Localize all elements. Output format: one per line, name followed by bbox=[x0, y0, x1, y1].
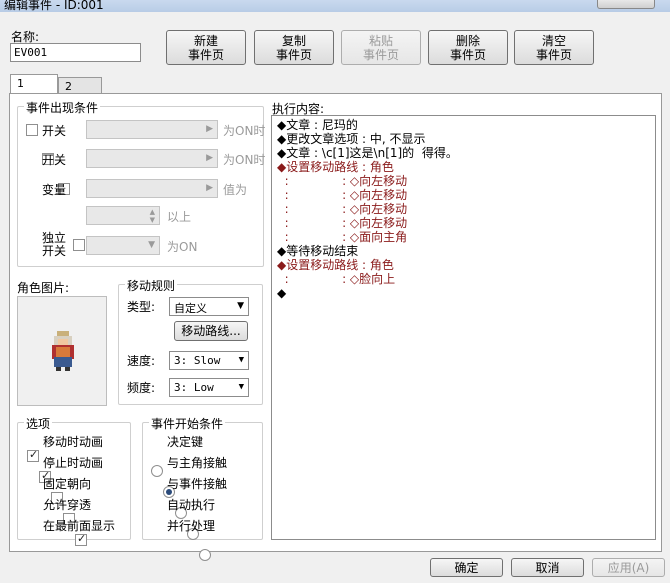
switch2-select[interactable]: ▶ bbox=[86, 149, 218, 168]
close-button[interactable] bbox=[597, 0, 655, 9]
command-line[interactable]: : : ◇面向主角 bbox=[277, 230, 458, 244]
ok-button[interactable]: 确定 bbox=[430, 558, 503, 577]
trigger-label: 决定键 bbox=[167, 435, 204, 449]
command-line[interactable]: ◆更改文章选项 : 中, 不显示 bbox=[277, 132, 458, 146]
chevron-down-icon: ▼ bbox=[238, 382, 244, 392]
trigger-label: 自动执行 bbox=[167, 498, 216, 512]
switch1-select[interactable]: ▶ bbox=[86, 120, 218, 139]
option-label: 停止时动画 bbox=[43, 456, 104, 470]
variable-above-label: 以上 bbox=[167, 210, 192, 224]
frequency-label: 频度: bbox=[127, 381, 156, 395]
character-sprite-icon bbox=[52, 331, 74, 371]
chevron-right-icon: ▶ bbox=[206, 124, 213, 134]
trigger-label: 与事件接触 bbox=[167, 477, 228, 491]
speed-label: 速度: bbox=[127, 354, 156, 368]
switch1-suffix: 为ON时 bbox=[223, 124, 266, 138]
variable-label: 变量 bbox=[42, 183, 67, 197]
trigger-label: 与主角接触 bbox=[167, 456, 228, 470]
option-checkbox[interactable] bbox=[75, 532, 87, 546]
trigger-radio[interactable] bbox=[151, 465, 163, 477]
command-line[interactable]: : : ◇向左移动 bbox=[277, 188, 458, 202]
command-line[interactable]: : : ◇向左移动 bbox=[277, 174, 458, 188]
command-line[interactable]: : : ◇脸向上 bbox=[277, 272, 458, 286]
chevron-down-icon: ▼ bbox=[238, 355, 244, 365]
command-line[interactable]: ◆文章 : \c[1]这是\n[1]的 得得。 bbox=[277, 146, 458, 160]
move-type-select[interactable]: 自定义 ▼ bbox=[169, 297, 249, 316]
window-title: 编辑事件 - ID:001 bbox=[4, 0, 104, 12]
name-input[interactable]: EV001 bbox=[10, 43, 141, 62]
graphic-preview[interactable] bbox=[17, 296, 107, 406]
command-line[interactable]: : : ◇向左移动 bbox=[277, 216, 458, 230]
delete-page-button[interactable]: 删除 事件页 bbox=[428, 30, 508, 65]
frequency-select[interactable]: 3: Low ▼ bbox=[169, 378, 249, 397]
copy-page-button[interactable]: 复制 事件页 bbox=[254, 30, 334, 65]
tab-page-2[interactable]: 2 bbox=[58, 77, 102, 94]
chevron-right-icon: ▶ bbox=[206, 183, 213, 193]
command-line[interactable]: ◆ bbox=[277, 286, 458, 300]
command-line[interactable]: ◆等待移动结束 bbox=[277, 244, 458, 258]
chevron-down-icon: ▼ bbox=[237, 301, 244, 311]
options-title: 选项 bbox=[24, 415, 53, 432]
self-switch-checkbox[interactable] bbox=[73, 239, 86, 251]
command-line[interactable]: ◆文章 : 尼玛的 bbox=[277, 118, 458, 132]
switch1-label: 开关 bbox=[42, 124, 67, 138]
conditions-title: 事件出现条件 bbox=[24, 99, 101, 116]
paste-page-button[interactable]: 粘贴 事件页 bbox=[341, 30, 421, 65]
graphic-title: 角色图片: bbox=[17, 281, 70, 295]
move-route-button[interactable]: 移动路线... bbox=[174, 321, 248, 341]
option-label: 移动时动画 bbox=[43, 435, 104, 449]
trigger-label: 并行处理 bbox=[167, 519, 216, 533]
command-line[interactable]: ◆设置移动路线 : 角色 bbox=[277, 160, 458, 174]
new-page-button[interactable]: 新建 事件页 bbox=[166, 30, 246, 65]
speed-select[interactable]: 3: Slow ▼ bbox=[169, 351, 249, 370]
switch1-checkbox[interactable] bbox=[26, 124, 38, 136]
command-line[interactable]: : : ◇向左移动 bbox=[277, 202, 458, 216]
self-switch-suffix: 为ON bbox=[167, 240, 198, 254]
trigger-title: 事件开始条件 bbox=[149, 415, 226, 432]
option-label: 在最前面显示 bbox=[43, 519, 116, 533]
chevron-down-icon: ▼ bbox=[148, 240, 155, 250]
self-switch-select[interactable]: ▼ bbox=[86, 236, 160, 255]
switch2-suffix: 为ON时 bbox=[223, 153, 266, 167]
options-list: 移动时动画停止时动画固定朝向允许穿透在最前面显示 bbox=[0, 15, 670, 546]
variable-value-spinner[interactable]: ▲ ▼ bbox=[86, 206, 160, 225]
chevron-right-icon: ▶ bbox=[206, 153, 213, 163]
title-bar: 编辑事件 - ID:001 bbox=[0, 0, 670, 12]
tab-page-1[interactable]: 1 bbox=[10, 74, 58, 94]
option-checkbox[interactable] bbox=[27, 448, 39, 462]
option-label: 允许穿透 bbox=[43, 498, 92, 512]
switch2-label: 开关 bbox=[42, 153, 67, 167]
move-type-label: 类型: bbox=[127, 300, 156, 314]
trigger-radio[interactable] bbox=[199, 549, 211, 561]
spinner-arrows-icon: ▲ ▼ bbox=[149, 208, 155, 224]
clear-page-button[interactable]: 清空 事件页 bbox=[514, 30, 594, 65]
self-switch-label: 独立 开关 bbox=[42, 231, 67, 258]
variable-select[interactable]: ▶ bbox=[86, 179, 218, 198]
option-label: 固定朝向 bbox=[43, 477, 92, 491]
contents-list[interactable]: ◆文章 : 尼玛的 ◆更改文章选项 : 中, 不显示 ◆文章 : \c[1]这是\n… bbox=[271, 115, 656, 540]
variable-suffix: 值为 bbox=[223, 183, 248, 197]
command-line[interactable]: ◆设置移动路线 : 角色 bbox=[277, 258, 458, 272]
apply-button[interactable]: 应用(A) bbox=[592, 558, 665, 577]
movement-title: 移动规则 bbox=[125, 277, 178, 294]
cancel-button[interactable]: 取消 bbox=[511, 558, 584, 577]
